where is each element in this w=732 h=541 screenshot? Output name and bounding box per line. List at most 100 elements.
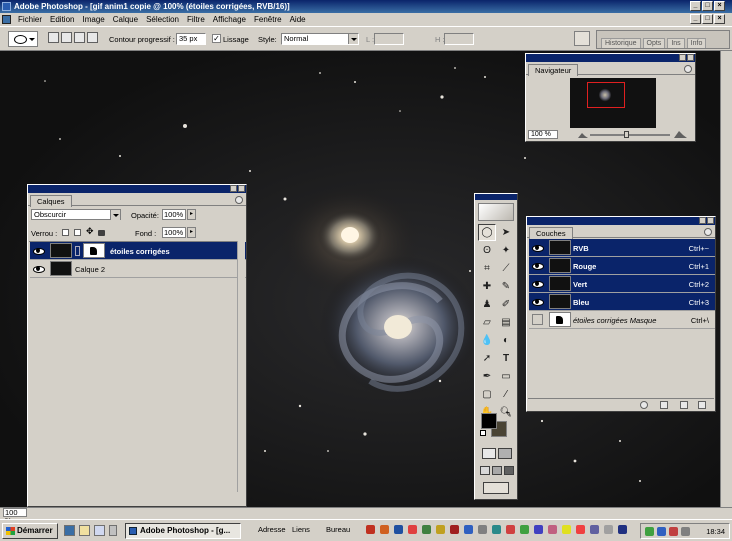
layer-mask-thumbnail[interactable] [83, 243, 105, 258]
brush-tool-icon[interactable]: ✎ [497, 278, 515, 295]
quick-mask-icon[interactable] [498, 448, 512, 459]
adobe-online-icon[interactable] [478, 203, 514, 221]
menu-image[interactable]: Image [78, 13, 108, 26]
close-button[interactable]: × [714, 1, 725, 11]
visibility-eye-icon[interactable] [532, 279, 544, 288]
pen-tool-icon[interactable]: ✒ [478, 368, 496, 385]
lock-all-icon[interactable] [98, 230, 105, 236]
load-channel-selection-icon[interactable] [640, 401, 648, 409]
new-selection-icon[interactable] [48, 32, 59, 43]
zoom-in-icon[interactable] [674, 131, 687, 138]
app-shortcut-icon[interactable] [408, 525, 417, 534]
file-browser-icon[interactable] [574, 31, 590, 46]
blend-mode-select[interactable]: Obscurcir [31, 209, 121, 220]
lock-transparency-icon[interactable] [62, 229, 69, 236]
history-brush-tool-icon[interactable]: ✐ [497, 296, 515, 313]
palette-close-button[interactable] [238, 185, 245, 192]
toolbox-titlebar[interactable] [475, 194, 517, 200]
palette-close-button[interactable] [687, 54, 694, 61]
visibility-eye-icon[interactable] [532, 243, 544, 252]
screen-mode-full-menu-icon[interactable] [492, 466, 502, 475]
tray-antivirus-icon[interactable] [669, 527, 678, 536]
well-tab-historique[interactable]: Historique [601, 38, 641, 48]
quick-launch-more-icon[interactable] [109, 525, 117, 536]
link-chain-icon[interactable] [75, 246, 80, 256]
doc-close-button[interactable]: × [714, 14, 725, 24]
trash-icon[interactable] [698, 401, 706, 409]
app-shortcut-icon[interactable] [492, 525, 501, 534]
app-shortcut-icon[interactable] [618, 525, 627, 534]
blur-tool-icon[interactable]: 💧 [478, 332, 496, 349]
minimize-button[interactable]: _ [690, 1, 701, 11]
intersect-selection-icon[interactable] [87, 32, 98, 43]
height-input[interactable] [444, 33, 474, 45]
visibility-toggle[interactable] [532, 314, 543, 325]
fill-input[interactable]: 100% [162, 227, 186, 238]
navigator-thumbnail[interactable] [570, 78, 656, 128]
magic-wand-tool-icon[interactable]: ✦ [497, 242, 515, 259]
well-tab-ins[interactable]: Ins [667, 38, 685, 48]
fill-slider-button[interactable]: ▸ [187, 227, 196, 238]
channel-row[interactable]: étoiles corrigées Masque Ctrl+\ [529, 311, 715, 329]
tool-preset-picker[interactable] [8, 31, 38, 47]
channel-row[interactable]: Vert Ctrl+2 [529, 275, 715, 293]
app-shortcut-icon[interactable] [548, 525, 557, 534]
screen-mode-standard-icon[interactable] [480, 466, 490, 475]
type-tool-icon[interactable]: T [497, 350, 515, 367]
tray-app-icon[interactable] [681, 527, 690, 536]
ie-icon[interactable] [64, 525, 75, 536]
default-colors-icon[interactable] [480, 430, 486, 436]
navigator-zoom-field[interactable]: 100 % [528, 130, 558, 139]
opacity-input[interactable]: 100% [162, 209, 186, 220]
channel-row[interactable]: Rouge Ctrl+1 [529, 257, 715, 275]
lock-position-icon[interactable]: ✥ [86, 226, 94, 237]
show-desktop-icon[interactable] [94, 525, 105, 536]
app-shortcut-icon[interactable] [520, 525, 529, 534]
app-shortcut-icon[interactable] [450, 525, 459, 534]
menu-fichier[interactable]: Fichier [14, 13, 46, 26]
standard-mode-icon[interactable] [482, 448, 496, 459]
app-shortcut-icon[interactable] [576, 525, 585, 534]
outlook-icon[interactable] [79, 525, 90, 536]
eraser-tool-icon[interactable]: ▱ [478, 314, 496, 331]
desktop-toolbar-label[interactable]: Bureau [326, 525, 350, 534]
vertical-scrollbar[interactable] [720, 51, 732, 507]
menu-calque[interactable]: Calque [109, 13, 142, 26]
palette-minimize-button[interactable] [230, 185, 237, 192]
path-selection-tool-icon[interactable]: ➚ [478, 350, 496, 367]
document-icon[interactable] [2, 15, 11, 24]
navigator-zoom-slider[interactable] [590, 134, 670, 136]
slice-tool-icon[interactable]: ⟋ [497, 260, 515, 277]
doc-minimize-button[interactable]: _ [690, 14, 701, 24]
notes-tool-icon[interactable]: ▢ [478, 386, 496, 403]
palette-menu-icon[interactable] [684, 65, 692, 73]
visibility-eye-icon[interactable] [532, 297, 544, 306]
visibility-eye-icon[interactable] [33, 246, 45, 255]
new-channel-icon[interactable] [680, 401, 688, 409]
layer-row[interactable]: Calque 2 [30, 260, 246, 278]
app-shortcut-icon[interactable] [590, 525, 599, 534]
layers-titlebar[interactable] [28, 185, 246, 193]
app-shortcut-icon[interactable] [422, 525, 431, 534]
subtract-selection-icon[interactable] [74, 32, 85, 43]
menu-fenetre[interactable]: Fenêtre [250, 13, 286, 26]
screen-mode-full-icon[interactable] [504, 466, 514, 475]
width-input[interactable] [374, 33, 404, 45]
menu-aide[interactable]: Aide [286, 13, 310, 26]
add-selection-icon[interactable] [61, 32, 72, 43]
crop-tool-icon[interactable]: ⌗ [478, 260, 496, 277]
lissage-checkbox[interactable]: ✓ [212, 34, 221, 43]
channel-row[interactable]: Bleu Ctrl+3 [529, 293, 715, 311]
save-selection-channel-icon[interactable] [660, 401, 668, 409]
navigator-slider-knob[interactable] [624, 131, 629, 138]
move-tool-icon[interactable]: ➤ [497, 224, 515, 241]
dodge-tool-icon[interactable]: ◐ [497, 332, 515, 349]
swap-colors-icon[interactable]: ↰ [505, 410, 511, 418]
tray-volume-icon[interactable] [657, 527, 666, 536]
menu-affichage[interactable]: Affichage [209, 13, 250, 26]
foreground-color-swatch[interactable] [481, 413, 497, 429]
well-tab-opts[interactable]: Opts [642, 38, 666, 48]
status-zoom-field[interactable]: 100 % [3, 508, 27, 525]
app-shortcut-icon[interactable] [506, 525, 515, 534]
layers-scrollbar[interactable] [237, 241, 245, 492]
